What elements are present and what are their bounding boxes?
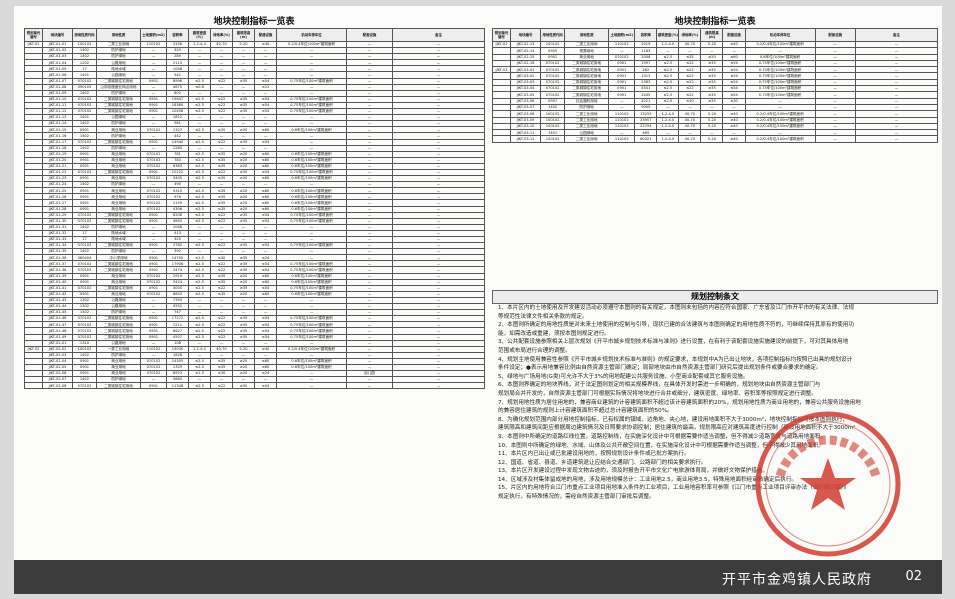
table-row: JJKT-02-08 070102 二类城镇住宅用地 0901 11348 ≤2.5 ≤22… bbox=[24, 382, 485, 390]
table-cell: — bbox=[392, 382, 485, 390]
column-header: 容积率 bbox=[166, 28, 189, 42]
column-header: 建筑密度(%) bbox=[188, 28, 211, 42]
table-row: JJKT-03-12 100102 二类工业用地 110102 60321 1.2-4.0… bbox=[491, 135, 939, 143]
column-header: 容积率 bbox=[634, 28, 658, 42]
column-header: 绿地率(%) bbox=[210, 28, 233, 42]
table-cell: 二类城镇住宅用地 bbox=[96, 382, 141, 390]
table-cell: 60321 bbox=[634, 135, 658, 143]
column-header: 备注 bbox=[392, 28, 485, 42]
column-header: 用地性质代码 bbox=[72, 28, 97, 42]
note-line: 条件设定；●表示用地兼容比例由自然资源主管部门确定；局部地块由市自然资源主管部门… bbox=[498, 365, 822, 372]
column-header: 建筑限高(m) bbox=[700, 28, 724, 42]
official-seal bbox=[755, 411, 901, 557]
table-cell: ≤22 bbox=[210, 382, 233, 390]
table-cell: 100102 bbox=[540, 135, 566, 143]
table-cell: 11348 bbox=[166, 382, 189, 390]
column-header: 用地性质代码 bbox=[540, 28, 566, 42]
table-cell: 110102 bbox=[608, 135, 636, 143]
column-header: 建筑密度(%) bbox=[656, 28, 680, 42]
table-cell: ≥35 bbox=[232, 382, 255, 390]
table-cell: 40-70 bbox=[678, 135, 702, 143]
column-header: 地块编号 bbox=[510, 28, 542, 42]
table-cell: 二类工业用地 bbox=[564, 135, 610, 143]
table-cell: ≥40 bbox=[722, 135, 746, 143]
column-header: 机动车停车位 bbox=[744, 28, 816, 42]
note-line: 能，如需改造或重建，须按本图则规定进行。 bbox=[498, 330, 610, 337]
note-line: 范围或布局进行合理的调整。 bbox=[498, 347, 571, 354]
table-cell: 5-20 bbox=[700, 135, 724, 143]
column-header: 备注 bbox=[854, 28, 939, 42]
table-cell: — bbox=[854, 135, 939, 143]
column-header: 绿地率(%) bbox=[678, 28, 702, 42]
column-header: 土地面积(m2) bbox=[140, 28, 167, 42]
footer-title: 开平市金鸡镇人民政府 bbox=[722, 572, 872, 588]
column-header: 配建设施 bbox=[254, 28, 277, 42]
right-control-table: 地块控制指标一览表 规划单元编号 地块编号 用地性质代码 用地性质 土地面积(m2) 容积… bbox=[491, 16, 939, 143]
column-header: 配套设施 bbox=[814, 28, 856, 42]
table-cell: 0.2/0.4车位/100m²建筑面积 bbox=[744, 135, 816, 143]
note-line: 3、公共配套设施参照相关上层次规划《开平市城乡规划技术标准与准则》进行设置，在有… bbox=[498, 339, 849, 346]
table-cell: 1.2-4.0 bbox=[656, 135, 680, 143]
column-header: 规划单元编号 bbox=[24, 28, 43, 42]
note-line: 4、规划主地使用兼容性参照《开平市城乡规划技术标准与准则》的规定要求，本规划中A… bbox=[498, 356, 853, 363]
left-control-table: 地块控制指标一览表 规划单元编号 地块编号 用地性质代码 用地性质 土地面积(m2) 容积… bbox=[24, 16, 485, 558]
left-table-title: 地块控制指标一览表 bbox=[213, 17, 295, 27]
column-header: 土地面积(m2) bbox=[608, 28, 636, 42]
note-line: 2、本图则所确定的用地性质是对未来土地使用的控制与引导，现状已建的合法建筑与本图… bbox=[498, 322, 854, 329]
table-cell bbox=[491, 135, 512, 143]
note-line: 5、绿地与广场用地(G类)可允许不大于3%的用地配建公共服务设施、小型商业配套或… bbox=[498, 373, 749, 380]
note-line: 1、本片区内的土地使用及开发建设活动必须遵守本图则的有关规定，本图则未包括的内容… bbox=[498, 305, 854, 311]
table-cell bbox=[24, 382, 43, 390]
table-cell: 0901 bbox=[140, 382, 167, 390]
column-header: 规划单元编号 bbox=[491, 28, 512, 42]
table-cell: JJKT-03-12 bbox=[510, 135, 542, 143]
column-header: 建筑限高(m) bbox=[232, 28, 255, 42]
column-header: 配套设施 bbox=[346, 28, 393, 42]
note-line: 等规范性法律文件相关条款的规定。 bbox=[498, 313, 588, 320]
page-number: 02 bbox=[905, 569, 922, 584]
table-cell: — bbox=[276, 382, 347, 390]
right-index-table: 规划单元编号 地块编号 用地性质代码 用地性质 土地面积(m2) 容积率 建筑密度(%) 绿地… bbox=[491, 28, 939, 143]
column-header: 配建设施 bbox=[722, 28, 746, 42]
column-header: 地块编号 bbox=[42, 28, 73, 42]
table-cell: 公用设施营业网点用地 bbox=[96, 83, 141, 91]
note-line: 6、本图则界确定的地块界线，对于法定图则划定的相关规模界线，在具体开发时需进一步… bbox=[498, 382, 821, 389]
notes-title: 规划控制条文 bbox=[492, 290, 938, 304]
table-cell: — bbox=[814, 135, 856, 143]
column-header: 用地性质 bbox=[564, 28, 610, 42]
table-cell: 070102 bbox=[72, 382, 97, 390]
column-header: 机动车停车位 bbox=[276, 28, 347, 42]
left-index-table: 规划单元编号 地块编号 用地性质代码 用地性质 土地面积(m2) 容积率 建筑密度(%) 绿地… bbox=[24, 28, 485, 390]
document-sheet: 地块控制指标一览表 规划单元编号 地块编号 用地性质代码 用地性质 土地面积(m2) 容积… bbox=[14, 6, 942, 594]
table-cell: ≤2.5 bbox=[188, 382, 211, 390]
page-footer: 开平市金鸡镇人民政府 02 bbox=[14, 560, 942, 594]
right-table-title: 地块控制指标一览表 bbox=[674, 17, 756, 27]
column-header: 用地性质 bbox=[96, 28, 141, 42]
note-line: 规划局合并开发的，自然资源主管部门可根据实际情况将地块进行合并或细分，建筑密度、… bbox=[498, 390, 817, 397]
table-cell: ≤54 bbox=[254, 382, 277, 390]
table-cell: JJKT-02-08 bbox=[42, 382, 73, 390]
table-cell: — bbox=[346, 382, 393, 390]
